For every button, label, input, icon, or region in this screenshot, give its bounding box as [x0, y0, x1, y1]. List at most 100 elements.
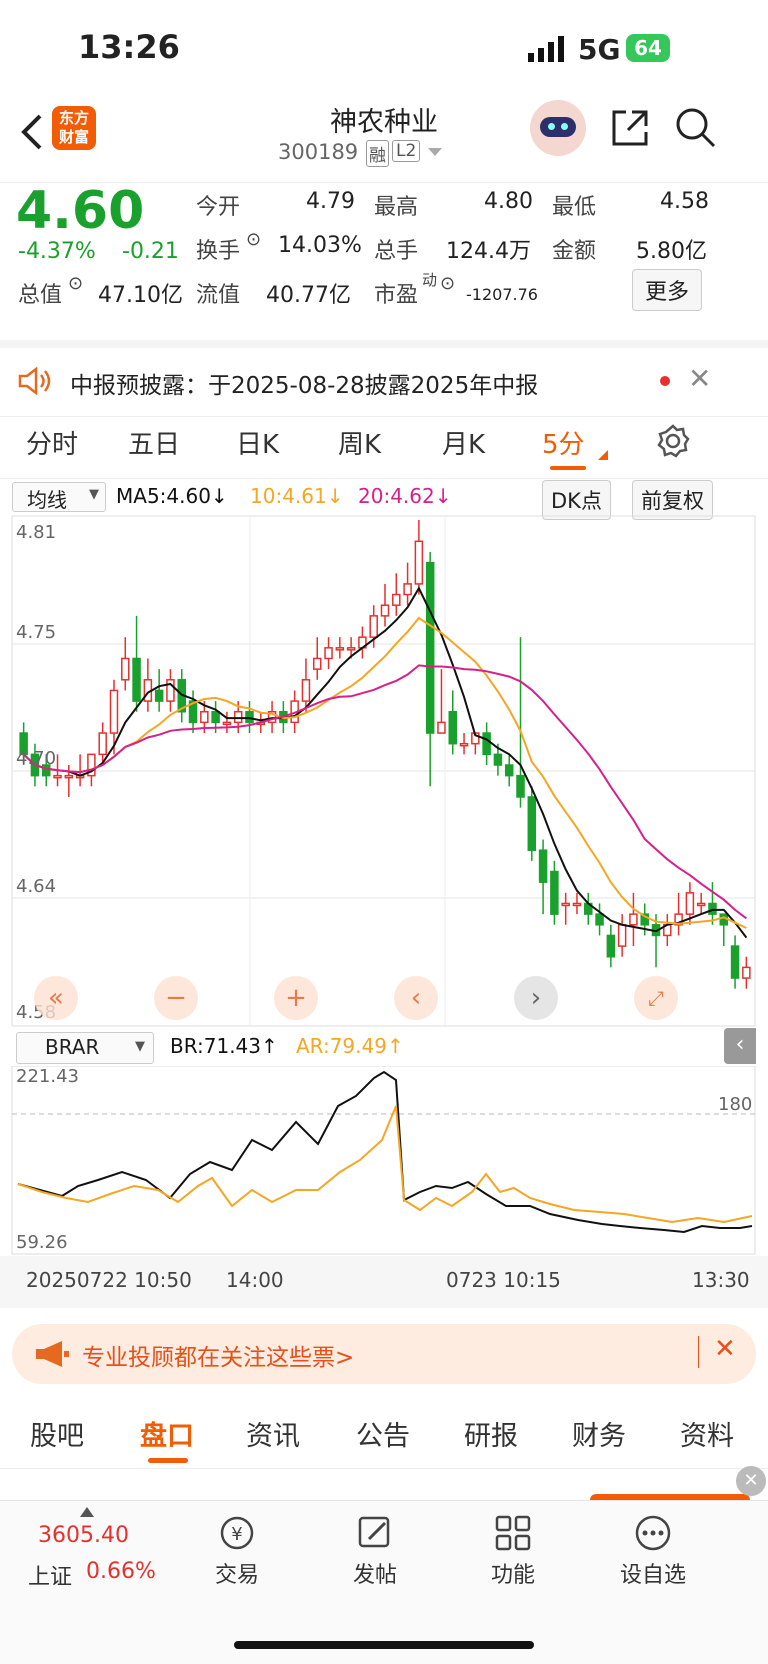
- ma10-line: [22, 616, 747, 929]
- x-tick: 14:00: [226, 1268, 284, 1292]
- brar-chart[interactable]: [0, 1066, 768, 1256]
- candle-body: [459, 742, 469, 747]
- trade-icon: ¥: [220, 1516, 254, 1550]
- index-name[interactable]: 上证: [28, 1559, 72, 1591]
- candle-body: [425, 561, 435, 734]
- banner-text: 专业投顾都在关注这些票>: [82, 1345, 355, 1371]
- grid-icon: [495, 1515, 531, 1551]
- candle-body: [629, 913, 638, 926]
- candle-body: [708, 902, 717, 915]
- br-value: BR:71.43↑: [170, 1034, 278, 1058]
- candle-body: [448, 710, 458, 745]
- indicator-selector[interactable]: BRAR ▼: [16, 1032, 154, 1064]
- br-y-top: 221.43: [16, 1066, 79, 1087]
- function-button[interactable]: 功能: [458, 1513, 568, 1589]
- candle-body: [335, 647, 345, 651]
- candle-body: [414, 540, 424, 585]
- ma20-line: [22, 664, 748, 920]
- candle-body: [154, 689, 164, 702]
- ma5-line: [22, 586, 748, 939]
- info-tabs: 股吧 盘口 资讯 公告 研报 财务 资料: [0, 1400, 768, 1469]
- zoom-out-button[interactable]: −: [154, 976, 198, 1020]
- y-label: 4.64: [16, 876, 57, 897]
- candle-body: [606, 934, 616, 958]
- zoom-in-button[interactable]: +: [274, 976, 318, 1020]
- collapse-panel-button[interactable]: ‹: [724, 1028, 756, 1064]
- y-label-top: 4.81: [16, 522, 57, 543]
- x-tick: 13:30: [692, 1268, 750, 1292]
- candle-body: [527, 796, 537, 851]
- tab-research[interactable]: 研报: [464, 1414, 518, 1453]
- candle-body: [730, 945, 740, 979]
- candle-body: [403, 583, 412, 596]
- y-label: 4.75: [16, 622, 57, 643]
- move-right-button[interactable]: ›: [514, 976, 558, 1020]
- x-axis: 20250722 10:50 14:00 0723 10:15 13:30: [0, 1256, 768, 1308]
- candle-body: [211, 710, 220, 724]
- index-pct[interactable]: 0.66%: [86, 1559, 156, 1584]
- tab-announcements[interactable]: 公告: [356, 1414, 410, 1453]
- tab-underline: [148, 1458, 188, 1463]
- divider: [698, 1336, 699, 1368]
- fullscreen-icon[interactable]: ⤢: [634, 976, 678, 1020]
- candle-body: [742, 966, 751, 979]
- candle-body: [200, 710, 209, 724]
- tab-profile[interactable]: 资料: [680, 1414, 734, 1453]
- candle-body: [64, 774, 74, 779]
- candle-body: [346, 647, 356, 651]
- jump-start-button[interactable]: «: [34, 976, 78, 1020]
- more-dots-icon: [635, 1515, 671, 1551]
- home-indicator: [234, 1641, 534, 1649]
- chevron-down-icon: ▼: [135, 1039, 145, 1054]
- candle-body: [312, 657, 322, 670]
- move-left-button[interactable]: ‹: [394, 976, 438, 1020]
- promo-banner[interactable]: 专业投顾都在关注这些票> ✕: [12, 1324, 756, 1384]
- candle-body: [121, 657, 130, 681]
- tab-finance[interactable]: 财务: [572, 1414, 626, 1453]
- candle-body: [109, 689, 119, 734]
- y-label: 4.70: [16, 748, 57, 769]
- candle-body: [245, 710, 254, 724]
- post-button[interactable]: 发帖: [320, 1513, 430, 1589]
- candle-body: [98, 732, 107, 756]
- x-tick: 0723 10:15: [446, 1268, 561, 1292]
- x-tick: 20250722 10:50: [26, 1268, 192, 1292]
- candle-body: [392, 593, 401, 606]
- candle-body: [561, 902, 570, 907]
- candle-body: [617, 924, 627, 947]
- candle-body: [516, 774, 525, 798]
- trade-button[interactable]: ¥ 交易: [182, 1513, 292, 1589]
- tab-orderbook[interactable]: 盘口: [140, 1414, 194, 1453]
- ar-value: AR:79.49↑: [296, 1034, 404, 1058]
- candle-body: [595, 913, 604, 926]
- bottom-toolbar: 3605.40 上证 0.66% ¥ 交易 发帖 功能 设自选: [0, 1500, 768, 1664]
- candle-body: [324, 647, 333, 660]
- candle-body: [437, 721, 446, 734]
- candle-body: [504, 764, 514, 777]
- expand-up-icon[interactable]: [80, 1507, 94, 1517]
- candle-body: [369, 615, 378, 638]
- candle-body: [572, 902, 582, 907]
- br-y-ref: 180: [718, 1094, 753, 1115]
- br-y-bottom: 59.26: [16, 1232, 68, 1253]
- candle-body: [493, 753, 503, 766]
- svg-text:¥: ¥: [231, 1524, 242, 1545]
- candle-body: [482, 732, 491, 756]
- candle-body: [380, 604, 390, 617]
- candle-body: [222, 721, 232, 726]
- candle-body: [696, 902, 706, 907]
- candle-body: [132, 657, 141, 702]
- tab-news[interactable]: 资讯: [246, 1414, 300, 1453]
- index-value[interactable]: 3605.40: [38, 1523, 129, 1548]
- close-icon[interactable]: ✕: [714, 1334, 736, 1364]
- megaphone-icon: [36, 1341, 69, 1367]
- candle-body: [301, 679, 311, 702]
- candle-body: [538, 849, 548, 883]
- close-icon[interactable]: ✕: [736, 1466, 766, 1496]
- candle-body: [233, 710, 243, 724]
- add-watchlist-button[interactable]: 设自选: [598, 1513, 708, 1589]
- candle-body: [53, 774, 62, 779]
- tab-forum[interactable]: 股吧: [30, 1414, 84, 1453]
- candle-body: [550, 870, 559, 915]
- edit-icon: [358, 1516, 390, 1548]
